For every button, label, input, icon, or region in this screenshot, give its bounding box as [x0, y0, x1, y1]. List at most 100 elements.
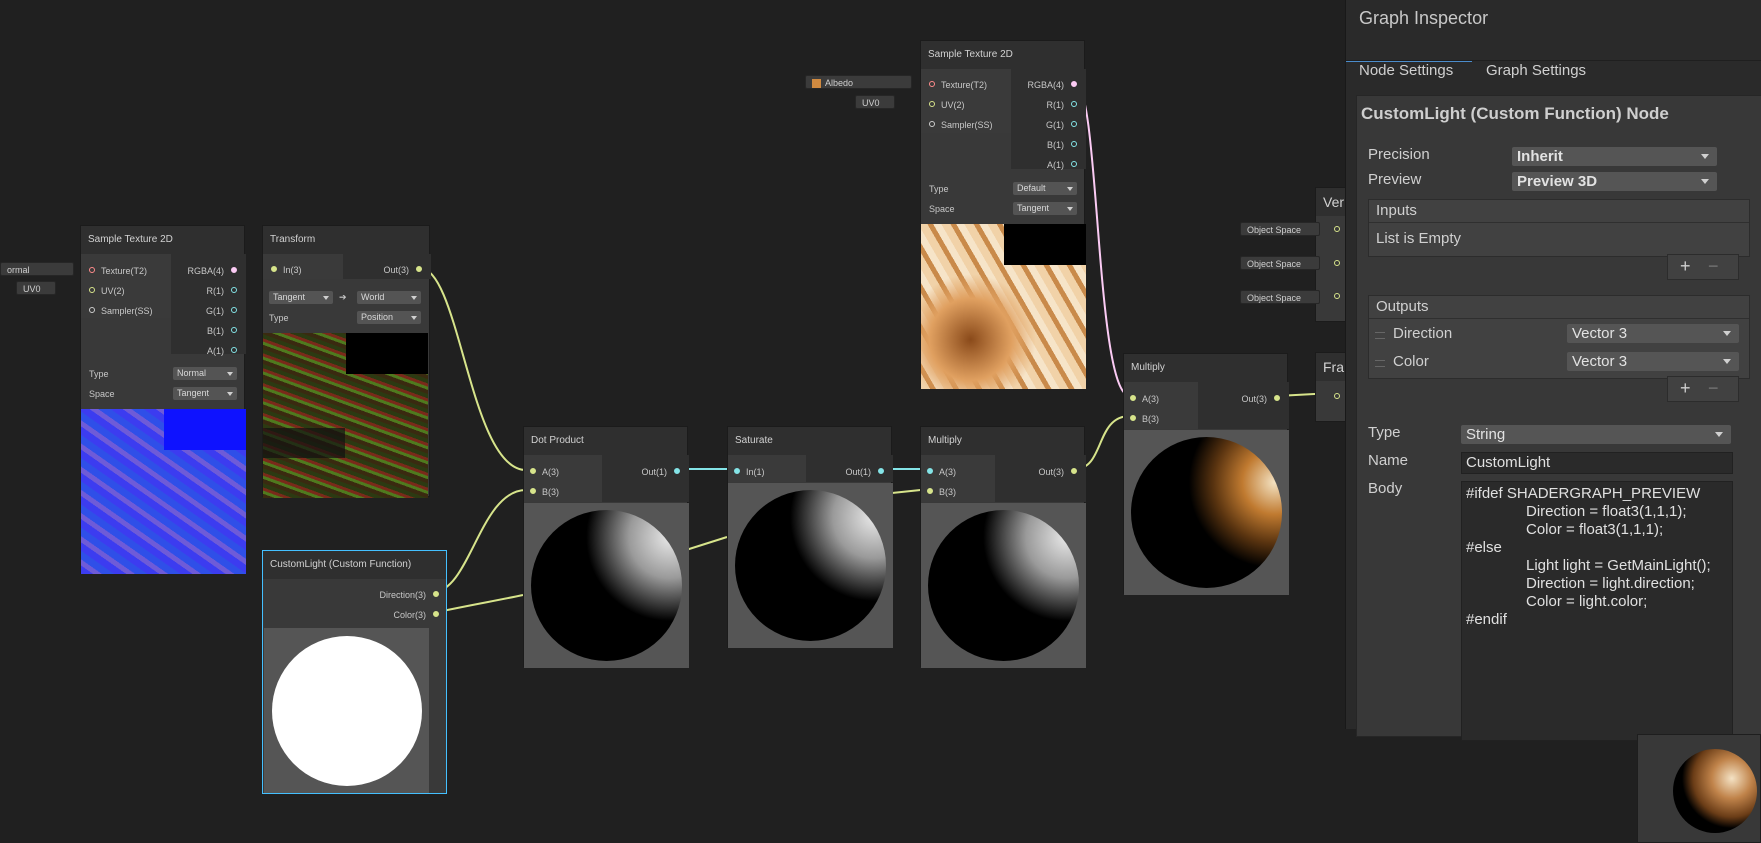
out-output-port[interactable]: [1274, 395, 1280, 401]
preview-label: Preview: [1368, 171, 1422, 188]
a-input-port[interactable]: [927, 468, 933, 474]
name-field[interactable]: CustomLight: [1461, 452, 1733, 474]
space-dropdown[interactable]: Tangent: [173, 387, 237, 400]
output-type-dropdown[interactable]: Vector 3: [1567, 324, 1739, 343]
body-code-editor[interactable]: #ifdef SHADERGRAPH_PREVIEW Direction = f…: [1461, 481, 1733, 741]
uv-input-port[interactable]: [929, 101, 935, 107]
remove-input-button[interactable]: −: [1708, 256, 1719, 277]
out-output-label: Out(3): [1038, 467, 1064, 477]
object-space-chip-1[interactable]: Object Space: [1240, 222, 1320, 236]
albedo-uv-chip[interactable]: UV0: [855, 95, 895, 109]
in-input-port[interactable]: [734, 468, 740, 474]
drag-handle-icon[interactable]: [1375, 332, 1385, 339]
add-input-button[interactable]: +: [1680, 256, 1691, 277]
space-label: Space: [929, 204, 955, 214]
precision-dropdown[interactable]: Inherit: [1512, 147, 1717, 166]
transform-preview: [263, 333, 428, 498]
a-output-label: A(1): [206, 346, 224, 356]
uv-input-port[interactable]: [89, 287, 95, 293]
a-output-port[interactable]: [1071, 161, 1077, 167]
uv-input-label: UV(2): [941, 100, 965, 110]
out-output-port[interactable]: [878, 468, 884, 474]
dot-product-node[interactable]: Dot Product A(3) B(3) Out(1): [523, 426, 689, 668]
type-dropdown[interactable]: Position: [357, 311, 421, 324]
code-line: #endif: [1466, 611, 1507, 628]
texture-input-port[interactable]: [929, 81, 935, 87]
remove-output-button[interactable]: −: [1708, 378, 1719, 399]
a-output-port[interactable]: [231, 347, 237, 353]
normal-uv-chip[interactable]: UV0: [16, 281, 56, 295]
type-dropdown[interactable]: Default: [1013, 182, 1077, 195]
sample-texture-albedo-node[interactable]: Sample Texture 2D Texture(T2) UV(2) Samp…: [920, 40, 1086, 389]
space-dropdown[interactable]: Tangent: [1013, 202, 1077, 215]
type-dropdown[interactable]: String: [1461, 425, 1731, 444]
texture-input-label: Texture(T2): [941, 80, 988, 90]
b-input-port[interactable]: [1130, 415, 1136, 421]
rgba-output-port[interactable]: [1071, 81, 1077, 87]
add-output-button[interactable]: +: [1680, 378, 1691, 399]
b-input-port[interactable]: [927, 488, 933, 494]
multiply-node-1[interactable]: Multiply A(3) B(3) Out(3): [920, 426, 1086, 668]
custom-light-node[interactable]: CustomLight (Custom Function) Direction(…: [262, 550, 447, 794]
outputs-footer: + −: [1667, 376, 1739, 402]
albedo-chip-label: Albedo: [825, 78, 854, 88]
type-label: Type: [269, 313, 289, 323]
direction-output-port[interactable]: [433, 591, 439, 597]
multiply-node-2[interactable]: Multiply A(3) B(3) Out(3): [1123, 353, 1289, 595]
main-preview-window[interactable]: [1637, 734, 1761, 843]
normal-texture-chip[interactable]: ormal: [0, 262, 74, 276]
object-space-chip-3[interactable]: Object Space: [1240, 290, 1320, 304]
node-title: Multiply: [1124, 354, 1287, 382]
tangent-port[interactable]: [1334, 293, 1340, 299]
saturate-node[interactable]: Saturate In(1) Out(1): [727, 426, 893, 648]
color-output-port[interactable]: [433, 611, 439, 617]
out-output-port[interactable]: [416, 266, 422, 272]
inputs-empty-text: List is Empty: [1376, 230, 1462, 247]
b-input-label: B(3): [1142, 414, 1160, 424]
node-title: CustomLight (Custom Function): [263, 551, 446, 579]
albedo-texture-chip[interactable]: Albedo: [805, 75, 912, 89]
output-row[interactable]: Color Vector 3: [1369, 348, 1749, 376]
b-input-label: B(3): [542, 487, 560, 497]
tab-node-settings[interactable]: Node Settings: [1359, 62, 1453, 86]
normal-map-preview: [81, 409, 246, 574]
out-output-port[interactable]: [674, 468, 680, 474]
rgba-output-port[interactable]: [231, 267, 237, 273]
preview-dropdown[interactable]: Preview 3D: [1512, 172, 1717, 191]
output-type-dropdown[interactable]: Vector 3: [1567, 352, 1739, 371]
r-output-port[interactable]: [231, 287, 237, 293]
output-row[interactable]: Direction Vector 3: [1369, 320, 1749, 348]
object-space-chip-2[interactable]: Object Space: [1240, 256, 1320, 270]
a-input-port[interactable]: [1130, 395, 1136, 401]
transform-node[interactable]: Transform In(3) Out(3) Tangent ➔ World T…: [262, 225, 431, 498]
precision-label: Precision: [1368, 146, 1430, 163]
code-line: Color = float3(1,1,1);: [1526, 521, 1664, 538]
code-line: #ifdef SHADERGRAPH_PREVIEW: [1466, 485, 1701, 502]
drag-handle-icon[interactable]: [1375, 360, 1385, 367]
in-input-port[interactable]: [271, 266, 277, 272]
color-output-label: Color(3): [393, 610, 426, 620]
from-space-dropdown[interactable]: Tangent: [269, 291, 333, 304]
position-port[interactable]: [1334, 226, 1340, 232]
type-dropdown[interactable]: Normal: [173, 367, 237, 380]
out-output-port[interactable]: [1071, 468, 1077, 474]
node-title: Sample Texture 2D: [921, 41, 1084, 69]
b-output-port[interactable]: [1071, 141, 1077, 147]
base-color-port[interactable]: [1334, 393, 1340, 399]
sample-texture-normal-node[interactable]: Sample Texture 2D Texture(T2) UV(2) Samp…: [80, 225, 246, 574]
sampler-input-port[interactable]: [929, 121, 935, 127]
b-input-port[interactable]: [530, 488, 536, 494]
normal-port[interactable]: [1334, 260, 1340, 266]
a-input-port[interactable]: [530, 468, 536, 474]
g-output-port[interactable]: [1071, 121, 1077, 127]
texture-input-port[interactable]: [89, 267, 95, 273]
texture-swatch-icon: [812, 79, 821, 89]
to-space-dropdown[interactable]: World: [357, 291, 421, 304]
sampler-input-port[interactable]: [89, 307, 95, 313]
tab-graph-settings[interactable]: Graph Settings: [1486, 62, 1586, 86]
code-line: Direction = float3(1,1,1);: [1526, 503, 1687, 520]
r-output-port[interactable]: [1071, 101, 1077, 107]
b-output-port[interactable]: [231, 327, 237, 333]
main-preview-sphere: [1673, 749, 1757, 833]
g-output-port[interactable]: [231, 307, 237, 313]
